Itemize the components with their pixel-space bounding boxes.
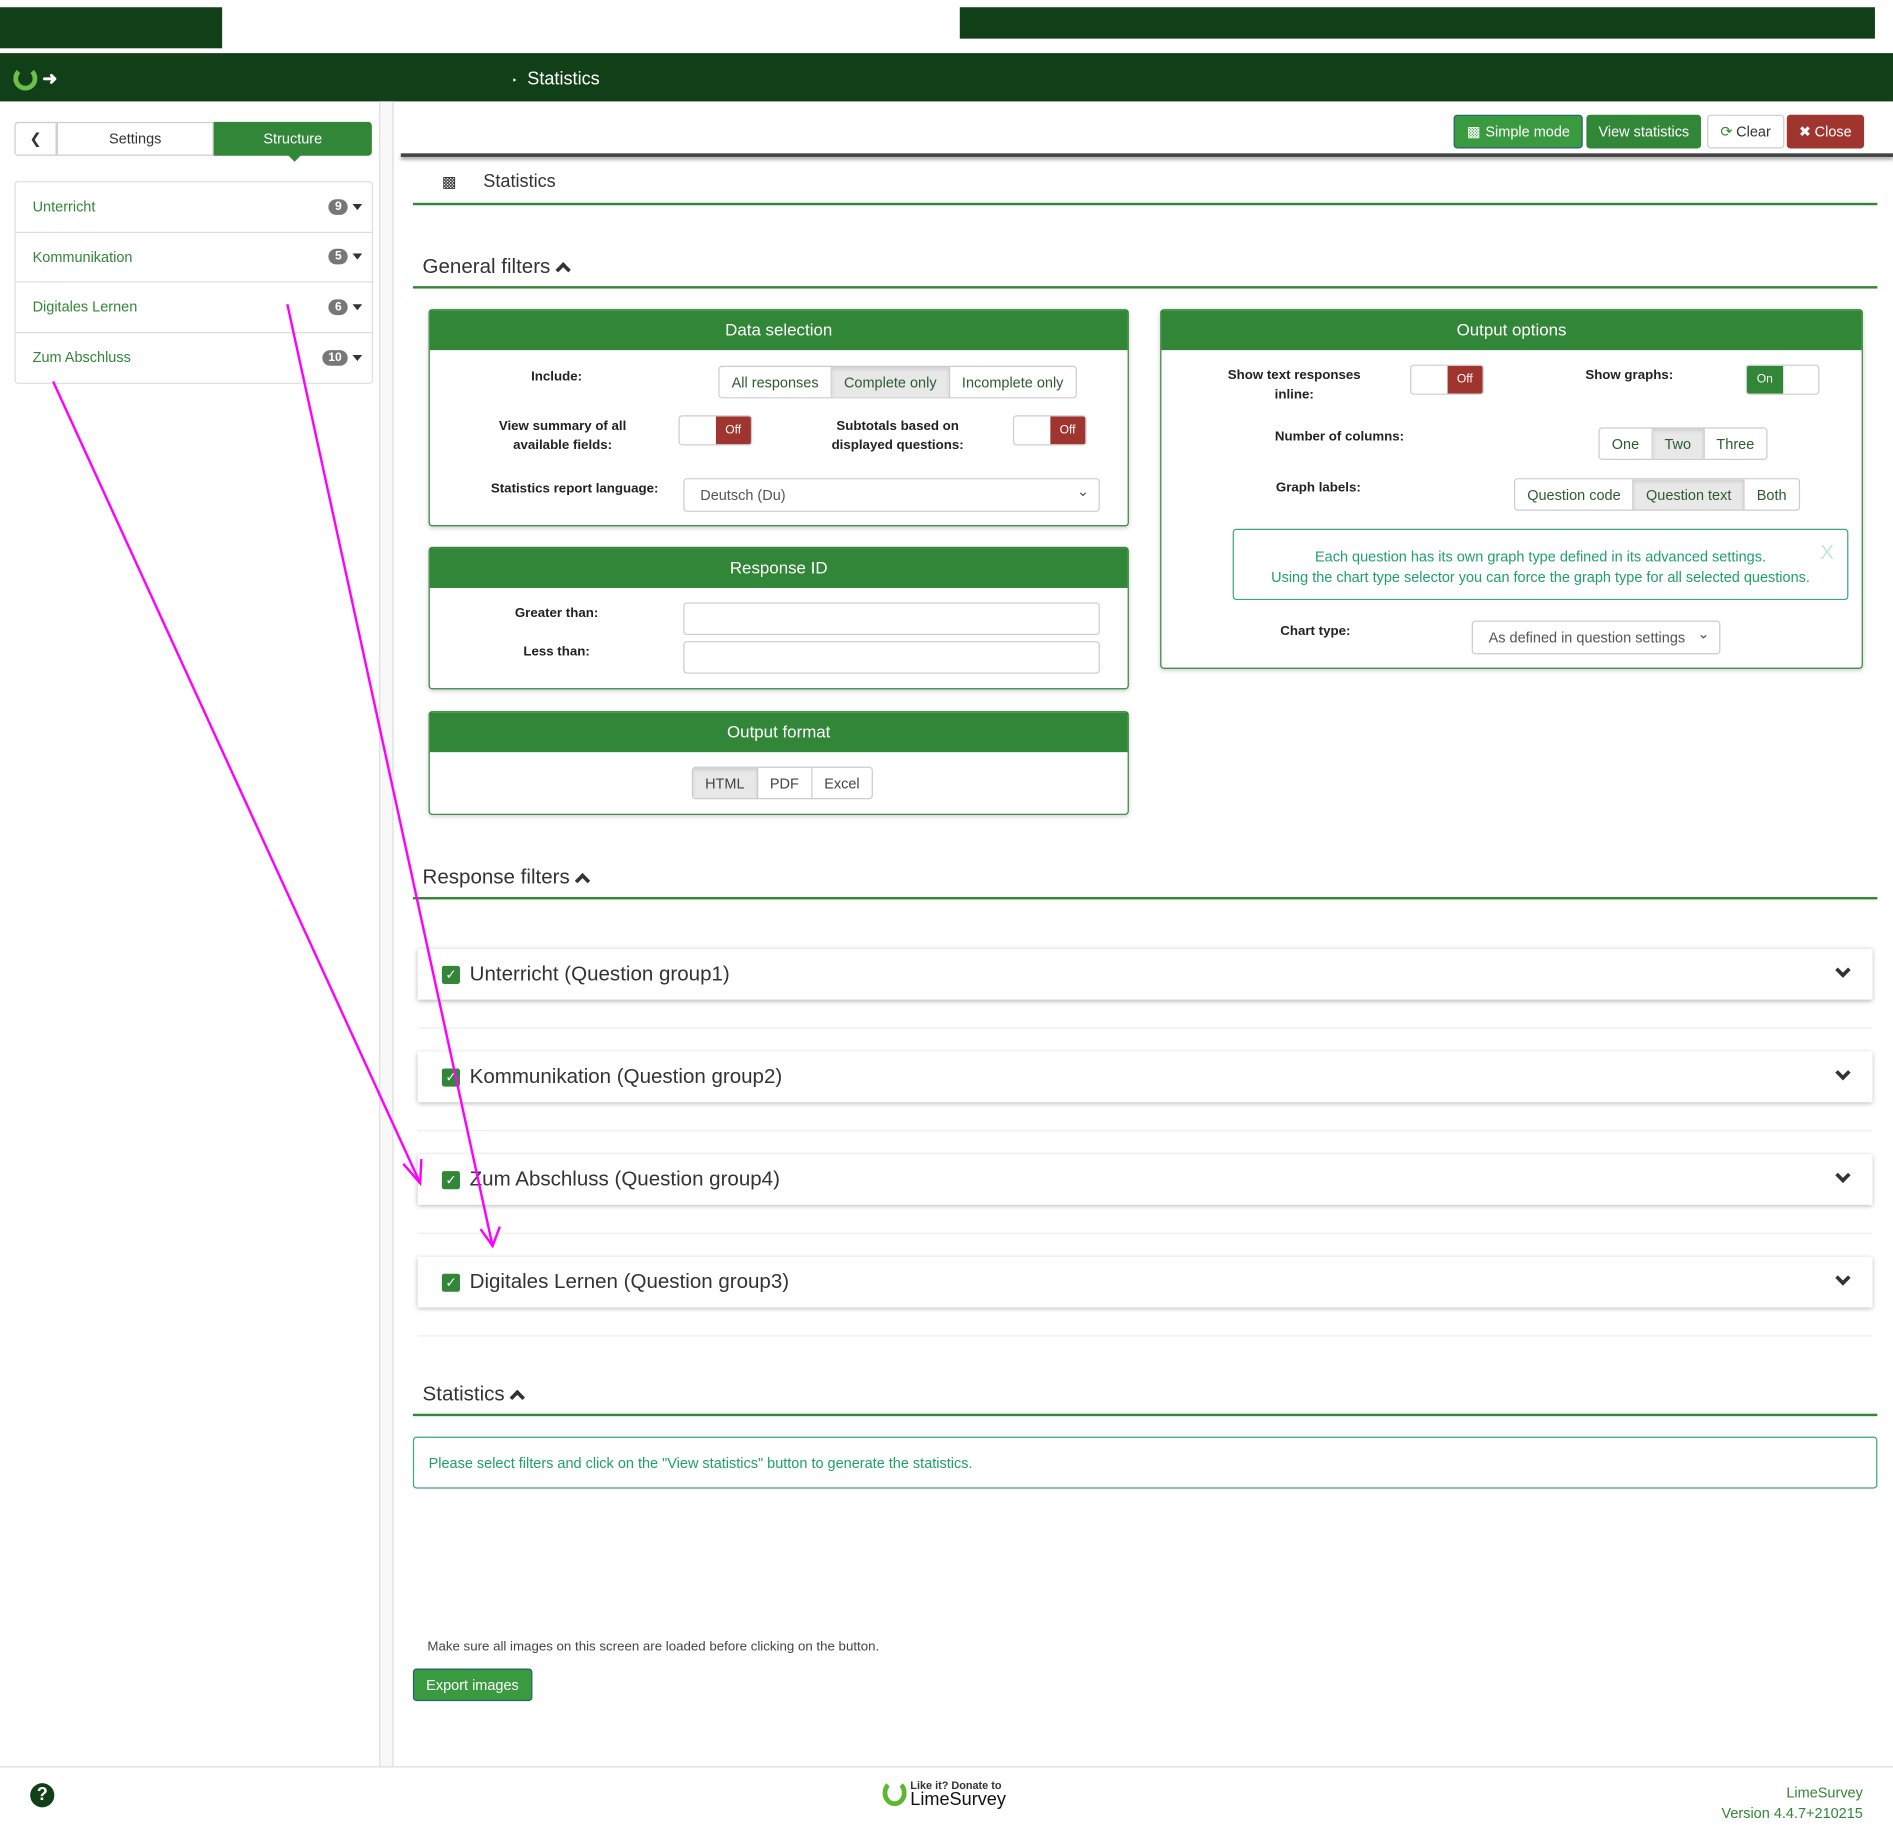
annotation-arrow-line [286, 303, 494, 1247]
annotation-arrow-line [52, 381, 422, 1184]
annotation-arrows [52, 303, 501, 1249]
